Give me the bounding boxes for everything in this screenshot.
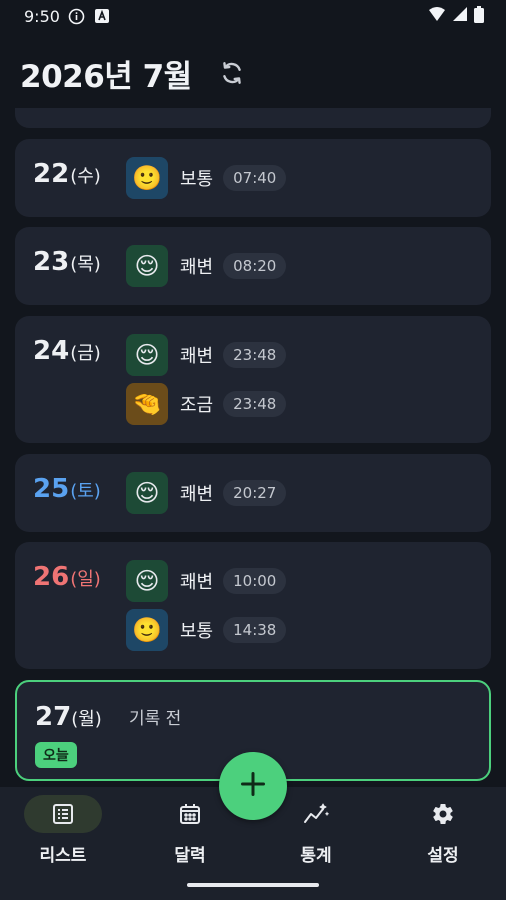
pending-text: 기록 전 (129, 709, 182, 729)
record-entry[interactable]: 😌 쾌변 23:48 (126, 334, 287, 376)
record-type: 보통 (180, 621, 214, 642)
record-time: 23:48 (223, 342, 287, 368)
nav-label: 리스트 (39, 846, 87, 866)
nav-label: 통계 (300, 846, 332, 866)
nav-settings[interactable]: 설정 (380, 795, 506, 866)
day-label: 26(일) (33, 562, 101, 592)
relieved-face-icon: 😌 (126, 472, 168, 514)
record-entry[interactable]: 😌 쾌변 08:20 (126, 245, 287, 287)
gear-icon (404, 795, 482, 833)
record-type: 쾌변 (180, 257, 214, 278)
calendar-icon (151, 795, 229, 833)
day-label: 27(월) (35, 702, 102, 732)
a-icon (94, 9, 109, 23)
record-type: 쾌변 (180, 346, 214, 367)
record-entry[interactable]: 🙂 보통 14:38 (126, 609, 287, 651)
wifi-icon (428, 6, 446, 26)
day-label: 25(토) (33, 474, 101, 504)
month-title: 2026년 7월 (20, 58, 192, 95)
refresh-icon[interactable] (218, 59, 246, 87)
record-time: 14:38 (223, 617, 287, 643)
day-label: 23(목) (33, 247, 101, 277)
record-entry[interactable]: 🙂 보통 07:40 (126, 157, 287, 199)
app-header: 2026년 7월 (0, 40, 506, 106)
nav-list[interactable]: 리스트 (0, 795, 126, 866)
day-label: 22(수) (33, 159, 101, 189)
record-entry[interactable]: 🤏 조금 23:48 (126, 383, 287, 425)
status-bar: 9:50 (0, 0, 506, 32)
day-card-previous[interactable] (15, 108, 491, 128)
signal-icon (452, 6, 468, 26)
relieved-face-icon: 😌 (126, 245, 168, 287)
normal-face-icon: 🙂 (126, 609, 168, 651)
today-badge: 오늘 (35, 742, 77, 768)
record-type: 쾌변 (180, 572, 214, 593)
record-type: 보통 (180, 169, 214, 190)
record-list[interactable]: 22(수) 🙂 보통 07:40 23(목) 😌 쾌변 08:20 24(금) … (0, 108, 506, 786)
record-entry[interactable]: 😌 쾌변 20:27 (126, 472, 287, 514)
add-record-button[interactable] (219, 752, 287, 820)
day-card[interactable]: 24(금) 😌 쾌변 23:48 🤏 조금 23:48 (15, 316, 491, 443)
stats-icon (277, 795, 355, 833)
relieved-face-icon: 😌 (126, 560, 168, 602)
day-card[interactable]: 23(목) 😌 쾌변 08:20 (15, 227, 491, 305)
day-card[interactable]: 26(일) 😌 쾌변 10:00 🙂 보통 14:38 (15, 542, 491, 669)
record-time: 07:40 (223, 165, 287, 191)
status-time: 9:50 (24, 6, 60, 26)
relieved-face-icon: 😌 (126, 334, 168, 376)
record-time: 10:00 (223, 568, 287, 594)
record-entry[interactable]: 😌 쾌변 10:00 (126, 560, 287, 602)
day-card[interactable]: 22(수) 🙂 보통 07:40 (15, 139, 491, 217)
info-icon (68, 8, 85, 25)
nav-label: 달력 (174, 846, 206, 866)
battery-icon (474, 5, 484, 27)
record-type: 쾌변 (180, 484, 214, 505)
record-time: 08:20 (223, 253, 287, 279)
pinching-hand-icon: 🤏 (126, 383, 168, 425)
list-icon (24, 795, 102, 833)
record-time: 23:48 (223, 391, 287, 417)
normal-face-icon: 🙂 (126, 157, 168, 199)
nav-label: 설정 (427, 846, 459, 866)
day-card[interactable]: 25(토) 😌 쾌변 20:27 (15, 454, 491, 532)
day-label: 24(금) (33, 336, 101, 366)
home-indicator[interactable] (187, 883, 319, 887)
record-time: 20:27 (223, 480, 287, 506)
plus-icon (239, 770, 267, 802)
record-type: 조금 (180, 395, 214, 416)
